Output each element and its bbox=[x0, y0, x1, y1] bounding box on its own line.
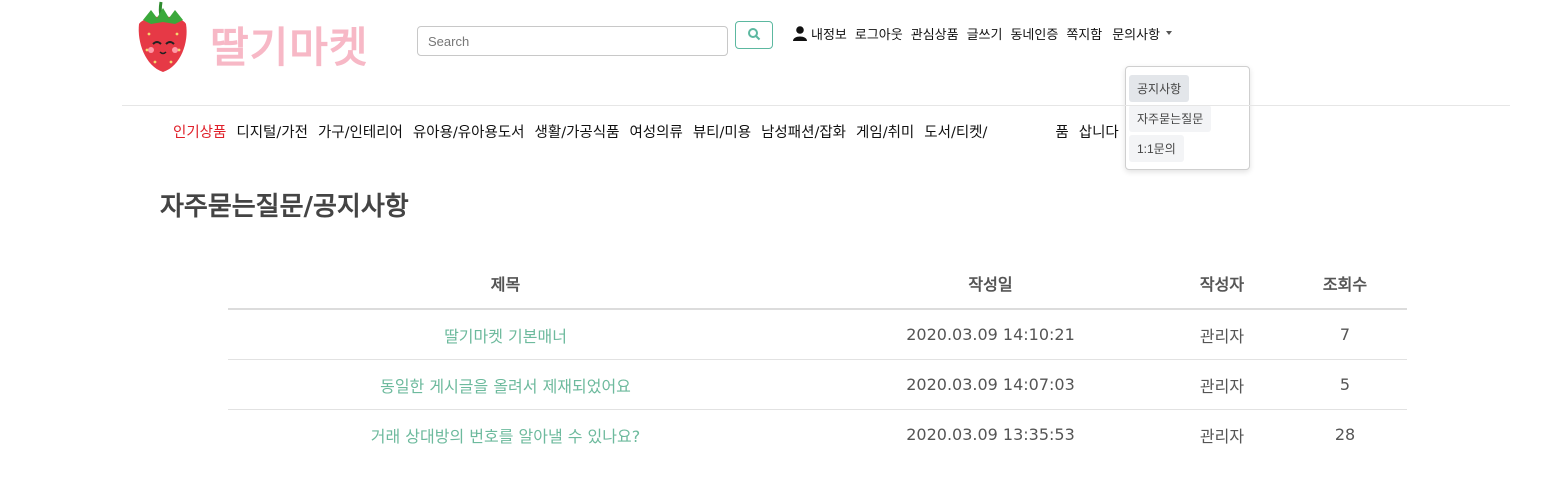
category-nav: 인기상품 디지털/가전 가구/인테리어 유아용/유아용도서 생활/가공식품 여성… bbox=[173, 121, 1129, 142]
category-men-fashion[interactable]: 남성패션/잡화 bbox=[761, 121, 846, 142]
header-title: 제목 bbox=[490, 275, 521, 294]
header-divider bbox=[122, 105, 1510, 106]
category-women-clothing[interactable]: 여성의류 bbox=[629, 121, 682, 142]
notice-board-table: 제목 작성일 작성자 조회수 딸기마켓 기본매너 2020.03.09 14:1… bbox=[228, 258, 1407, 459]
inquiry-dropdown-label: 문의사항 bbox=[1112, 27, 1161, 43]
header-author: 작성자 bbox=[1199, 275, 1245, 294]
post-views: 5 bbox=[1339, 375, 1351, 394]
post-date: 2020.03.09 13:35:53 bbox=[906, 425, 1075, 444]
person-icon bbox=[792, 25, 808, 41]
dropdown-item-faq[interactable]: 자주묻는질문 bbox=[1129, 105, 1212, 132]
table-header-row: 제목 작성일 작성자 조회수 bbox=[228, 258, 1407, 310]
category-living[interactable]: 생활/가공식품 bbox=[535, 121, 620, 142]
caret-down-icon bbox=[1166, 31, 1173, 35]
table-row: 동일한 게시글을 올려서 제재되었어요 2020.03.09 14:07:03 … bbox=[228, 360, 1407, 410]
table-row: 딸기마켓 기본매너 2020.03.09 14:10:21 관리자 7 bbox=[228, 310, 1407, 360]
table-row: 거래 상대방의 번호를 알아낼 수 있나요? 2020.03.09 13:35:… bbox=[228, 410, 1407, 459]
post-title-cell: 동일한 게시글을 올려서 제재되었어요 bbox=[228, 360, 783, 409]
post-author: 관리자 bbox=[1199, 326, 1245, 346]
post-views: 28 bbox=[1334, 425, 1356, 444]
header-date: 작성일 bbox=[968, 275, 1013, 294]
header-views: 조회수 bbox=[1322, 275, 1368, 294]
inquiry-dropdown-toggle[interactable]: 문의사항 bbox=[1112, 24, 1173, 43]
category-digital[interactable]: 디지털/가전 bbox=[236, 121, 308, 142]
site-logo-text[interactable]: 딸기마켓 bbox=[210, 14, 369, 75]
nav-my-info[interactable]: 내정보 bbox=[792, 24, 847, 43]
dropdown-item-1to1-inquiry[interactable]: 1:1문의 bbox=[1129, 135, 1184, 162]
nav-messages[interactable]: 쪽지함 bbox=[1066, 24, 1102, 43]
search-icon bbox=[747, 27, 761, 44]
dropdown-item-notice[interactable]: 공지사항 bbox=[1129, 75, 1190, 102]
nav-wishlist[interactable]: 관심상품 bbox=[911, 24, 959, 43]
post-title-cell: 딸기마켓 기본매너 bbox=[228, 310, 783, 359]
post-title-cell: 거래 상대방의 번호를 알아낼 수 있나요? bbox=[228, 410, 783, 459]
post-author: 관리자 bbox=[1199, 426, 1245, 446]
inquiry-dropdown-menu: 공지사항 자주묻는질문 1:1문의 bbox=[1125, 66, 1250, 170]
category-popular[interactable]: 인기상품 bbox=[173, 121, 226, 142]
top-nav: 내정보 로그아웃 관심상품 글쓰기 동네인증 쪽지함 문의사항 bbox=[792, 22, 1180, 44]
nav-my-info-label: 내정보 bbox=[811, 27, 847, 43]
category-hidden-item[interactable]: 품 bbox=[1055, 121, 1068, 142]
category-kids[interactable]: 유아용/유아용도서 bbox=[413, 121, 525, 142]
category-furniture[interactable]: 가구/인테리어 bbox=[318, 121, 403, 142]
search-input[interactable] bbox=[417, 26, 728, 56]
post-date: 2020.03.09 14:07:03 bbox=[906, 375, 1075, 394]
search-button[interactable] bbox=[735, 21, 773, 49]
post-title-link[interactable]: 동일한 게시글을 올려서 제재되었어요 bbox=[380, 373, 631, 397]
post-author: 관리자 bbox=[1199, 376, 1245, 396]
nav-neighborhood-auth[interactable]: 동네인증 bbox=[1010, 24, 1058, 43]
nav-write[interactable]: 글쓰기 bbox=[967, 24, 1003, 43]
post-title-link[interactable]: 딸기마켓 기본매너 bbox=[444, 323, 567, 347]
category-games[interactable]: 게임/취미 bbox=[856, 121, 914, 142]
post-date: 2020.03.09 14:10:21 bbox=[906, 325, 1075, 344]
strawberry-logo-icon[interactable] bbox=[133, 0, 193, 75]
page-title: 자주묻는질문/공지사항 bbox=[160, 192, 409, 222]
category-beauty[interactable]: 뷰티/미용 bbox=[693, 121, 751, 142]
post-views: 7 bbox=[1339, 325, 1351, 344]
category-books-tickets[interactable]: 도서/티켓/ bbox=[924, 121, 987, 142]
nav-logout[interactable]: 로그아웃 bbox=[855, 24, 903, 43]
category-buying[interactable]: 삽니다 bbox=[1079, 121, 1119, 142]
post-title-link[interactable]: 거래 상대방의 번호를 알아낼 수 있나요? bbox=[371, 423, 640, 447]
